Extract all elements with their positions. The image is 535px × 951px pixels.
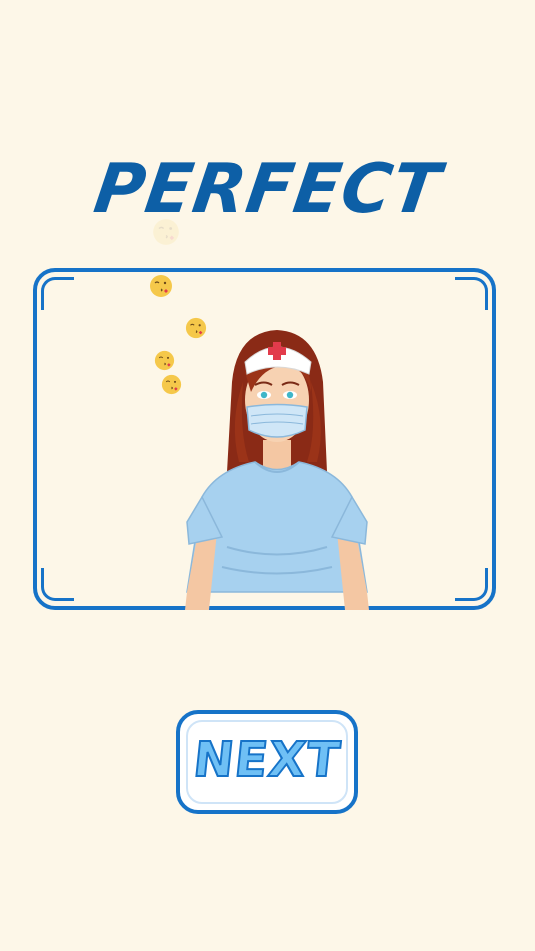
frame-corner (41, 568, 74, 601)
character-frame (33, 268, 496, 610)
frame-corner (41, 277, 74, 310)
result-title: PERFECT (89, 150, 446, 229)
kiss-emoji-icon (154, 350, 175, 371)
next-button-label: NEXT (190, 731, 345, 789)
kiss-emoji-icon (153, 219, 179, 245)
kiss-emoji-icon (161, 374, 182, 395)
frame-corner (455, 568, 488, 601)
frame-corner (455, 277, 488, 310)
next-button[interactable]: NEXT (176, 710, 358, 814)
kiss-emoji-icon (150, 275, 172, 297)
nurse-character (185, 330, 369, 610)
kiss-emoji-icon (185, 317, 207, 339)
